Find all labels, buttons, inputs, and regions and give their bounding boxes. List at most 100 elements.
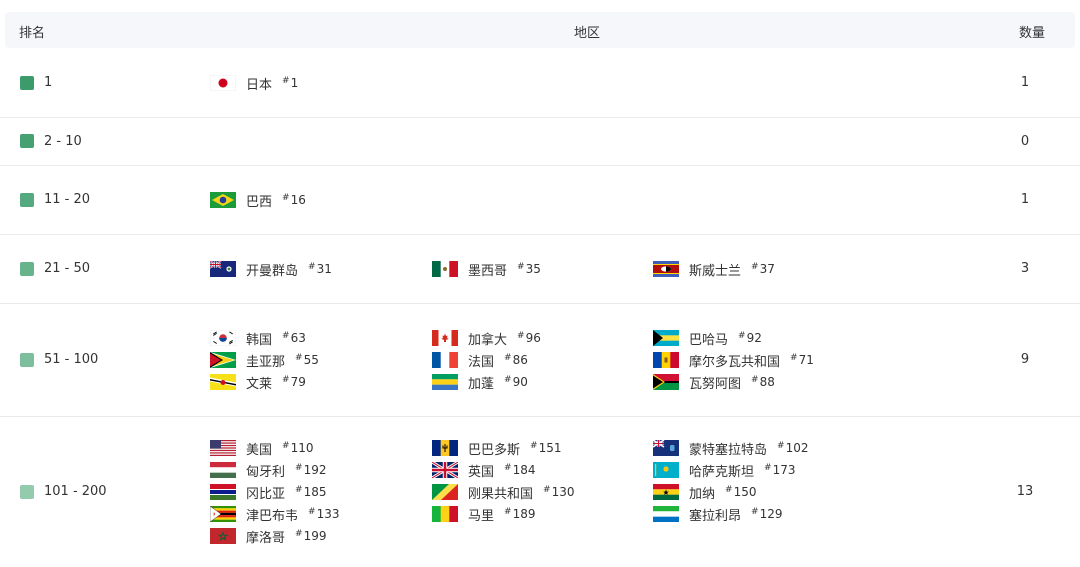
region-rank-number: #37	[751, 262, 775, 276]
barbados-flag-icon	[432, 440, 458, 456]
gabon-flag-icon	[432, 374, 458, 390]
region-item[interactable]: 圭亚那 #55	[210, 350, 319, 370]
region-item[interactable]: 文莱 #79	[210, 372, 306, 392]
rank-color-swatch	[20, 75, 34, 90]
region-rank-number: #35	[517, 262, 541, 276]
france-flag-icon	[432, 352, 458, 368]
region-item[interactable]: 塞拉利昂 #129	[653, 504, 782, 524]
usa-flag-icon	[210, 440, 236, 456]
region-name: 韩国	[246, 332, 273, 348]
region-name: 加蓬	[468, 376, 495, 392]
sierra-leone-flag-icon	[653, 506, 679, 522]
zimbabwe-flag-icon	[210, 506, 236, 522]
table-row: 11 - 20 巴西 #16 1	[0, 166, 1080, 235]
region-item[interactable]: 瓦努阿图 #88	[653, 372, 775, 392]
region-item[interactable]: 开曼群岛 #31	[210, 259, 332, 279]
brunei-flag-icon	[210, 374, 236, 390]
congo-flag-icon	[432, 484, 458, 500]
region-item[interactable]: 斯威士兰 #37	[653, 259, 775, 279]
region-rank-number: #63	[282, 331, 306, 345]
region-item[interactable]: 法国 #86	[432, 350, 528, 370]
header-count: 数量	[1019, 26, 1046, 41]
count-cell: 3	[1020, 261, 1030, 276]
region-item[interactable]: 蒙特塞拉特岛 #102	[653, 438, 808, 458]
region-name: 刚果共和国	[468, 486, 534, 502]
region-rank-number: #16	[282, 193, 306, 207]
region-rank-number: #102	[777, 441, 809, 455]
region-item[interactable]: 巴哈马 #92	[653, 328, 762, 348]
region-name: 斯威士兰	[689, 263, 742, 279]
region-name: 开曼群岛	[246, 263, 299, 279]
table-row: 1 日本 #1 1	[0, 49, 1080, 118]
region-item[interactable]: 马里 #189	[432, 504, 535, 524]
mali-flag-icon	[432, 506, 458, 522]
region-item[interactable]: 摩洛哥 #199	[210, 526, 326, 546]
count-cell: 1	[1020, 75, 1030, 90]
region-rank-number: #71	[790, 353, 814, 367]
eswatini-flag-icon	[653, 261, 679, 277]
region-item[interactable]: 加拿大 #96	[432, 328, 541, 348]
region-name: 美国	[246, 442, 273, 458]
uk-flag-icon	[432, 462, 458, 478]
region-item[interactable]: 巴巴多斯 #151	[432, 438, 561, 458]
rank-cell: 51 - 100	[20, 352, 98, 367]
region-name: 墨西哥	[468, 263, 508, 279]
region-name: 巴巴多斯	[468, 442, 521, 458]
header-rank: 排名	[19, 26, 46, 41]
region-item[interactable]: 刚果共和国 #130	[432, 482, 574, 502]
table-row: 2 - 10 0	[0, 118, 1080, 166]
guyana-flag-icon	[210, 352, 236, 368]
japan-flag-icon	[210, 75, 236, 91]
table-header: 排名 地区 数量	[5, 12, 1075, 48]
region-name: 哈萨克斯坦	[689, 464, 755, 480]
region-rank-number: #185	[295, 485, 327, 499]
region-name: 加纳	[689, 486, 716, 502]
region-rank-number: #150	[725, 485, 757, 499]
bahamas-flag-icon	[653, 330, 679, 346]
ghana-flag-icon	[653, 484, 679, 500]
brazil-flag-icon	[210, 192, 236, 208]
region-name: 日本	[246, 77, 273, 93]
region-item[interactable]: 墨西哥 #35	[432, 259, 541, 279]
rank-cell: 21 - 50	[20, 261, 90, 276]
region-item[interactable]: 哈萨克斯坦 #173	[653, 460, 795, 480]
region-item[interactable]: 摩尔多瓦共和国 #71	[653, 350, 814, 370]
region-rank-number: #31	[308, 262, 332, 276]
region-item[interactable]: 津巴布韦 #133	[210, 504, 339, 524]
rank-color-swatch	[20, 261, 34, 276]
moldova-flag-icon	[653, 352, 679, 368]
region-name: 匈牙利	[246, 464, 286, 480]
region-item[interactable]: 日本 #1	[210, 73, 298, 93]
region-name: 摩尔多瓦共和国	[689, 354, 781, 370]
south-korea-flag-icon	[210, 330, 236, 346]
region-rank-number: #88	[751, 375, 775, 389]
region-item[interactable]: 冈比亚 #185	[210, 482, 326, 502]
region-item[interactable]: 英国 #184	[432, 460, 535, 480]
rank-cell: 1	[20, 75, 52, 90]
region-rank-number: #189	[504, 507, 536, 521]
region-name: 冈比亚	[246, 486, 286, 502]
region-item[interactable]: 加蓬 #90	[432, 372, 528, 392]
region-name: 巴哈马	[689, 332, 729, 348]
region-item[interactable]: 匈牙利 #192	[210, 460, 326, 480]
region-rank-number: #151	[530, 441, 562, 455]
rank-color-swatch	[20, 484, 34, 499]
montserrat-flag-icon	[653, 440, 679, 456]
region-item[interactable]: 加纳 #150	[653, 482, 756, 502]
region-name: 法国	[468, 354, 495, 370]
rank-label: 51 - 100	[44, 352, 99, 367]
region-rank-number: #90	[504, 375, 528, 389]
kazakhstan-flag-icon	[653, 462, 679, 478]
region-name: 巴西	[246, 194, 273, 210]
region-item[interactable]: 美国 #110	[210, 438, 313, 458]
region-name: 英国	[468, 464, 495, 480]
gambia-flag-icon	[210, 484, 236, 500]
region-item[interactable]: 韩国 #63	[210, 328, 306, 348]
region-rank-number: #96	[517, 331, 541, 345]
region-rank-number: #199	[295, 529, 327, 543]
mexico-flag-icon	[432, 261, 458, 277]
morocco-flag-icon	[210, 528, 236, 544]
region-item[interactable]: 巴西 #16	[210, 190, 306, 210]
hungary-flag-icon	[210, 462, 236, 478]
region-rank-number: #130	[543, 485, 575, 499]
